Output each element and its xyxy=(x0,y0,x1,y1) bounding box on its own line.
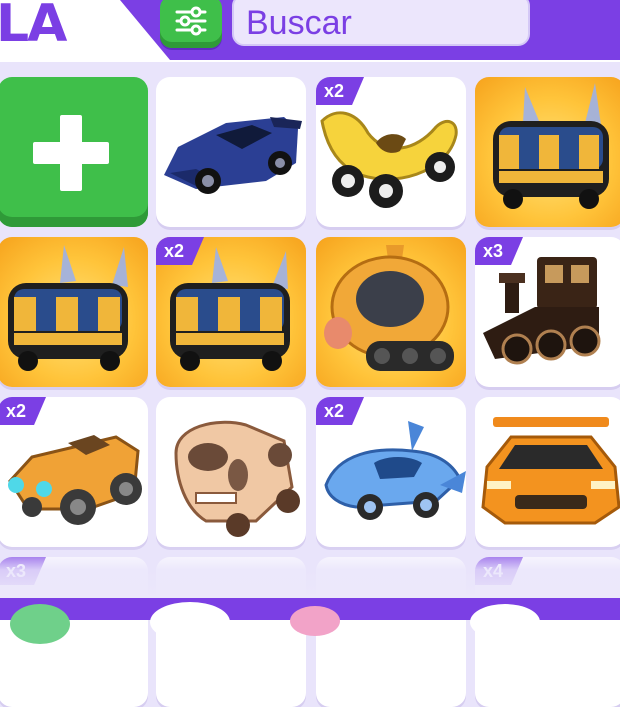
orange-supercar-icon xyxy=(481,417,620,525)
inventory-item-bee-bus[interactable] xyxy=(0,237,148,387)
scroll-fade xyxy=(0,545,620,600)
blue-sports-car-icon xyxy=(164,117,302,194)
inventory-item-dolphin-car[interactable]: x2 xyxy=(316,397,466,547)
bee-bus-icon xyxy=(493,83,609,209)
top-bar: LA Buscar xyxy=(0,0,620,62)
inventory-item-steam-train[interactable]: x3 xyxy=(475,237,620,387)
inventory-item-bee-bus[interactable]: x2 xyxy=(156,237,306,387)
inventory-item-orange-supercar[interactable] xyxy=(475,397,620,547)
filter-button[interactable] xyxy=(160,0,222,48)
sliders-icon xyxy=(175,6,207,36)
inventory-item-skull-buggy[interactable] xyxy=(156,397,306,547)
inventory-item-vintage-roadster[interactable]: x2 xyxy=(0,397,148,547)
dog-vehicle-icon xyxy=(324,245,454,371)
skull-buggy-icon xyxy=(174,420,300,537)
inventory-item-bee-bus[interactable] xyxy=(475,77,620,227)
bee-bus-icon xyxy=(8,245,128,371)
inventory-item-blue-sports-car[interactable] xyxy=(156,77,306,227)
page-title: LA xyxy=(0,0,67,54)
bottom-bar xyxy=(0,598,620,644)
search-input[interactable]: Buscar xyxy=(232,0,530,46)
add-item-button[interactable] xyxy=(0,77,148,227)
inventory-item-dog-snow-vehicle[interactable] xyxy=(316,237,466,387)
inventory-item-banana-car[interactable]: x2 xyxy=(316,77,466,227)
